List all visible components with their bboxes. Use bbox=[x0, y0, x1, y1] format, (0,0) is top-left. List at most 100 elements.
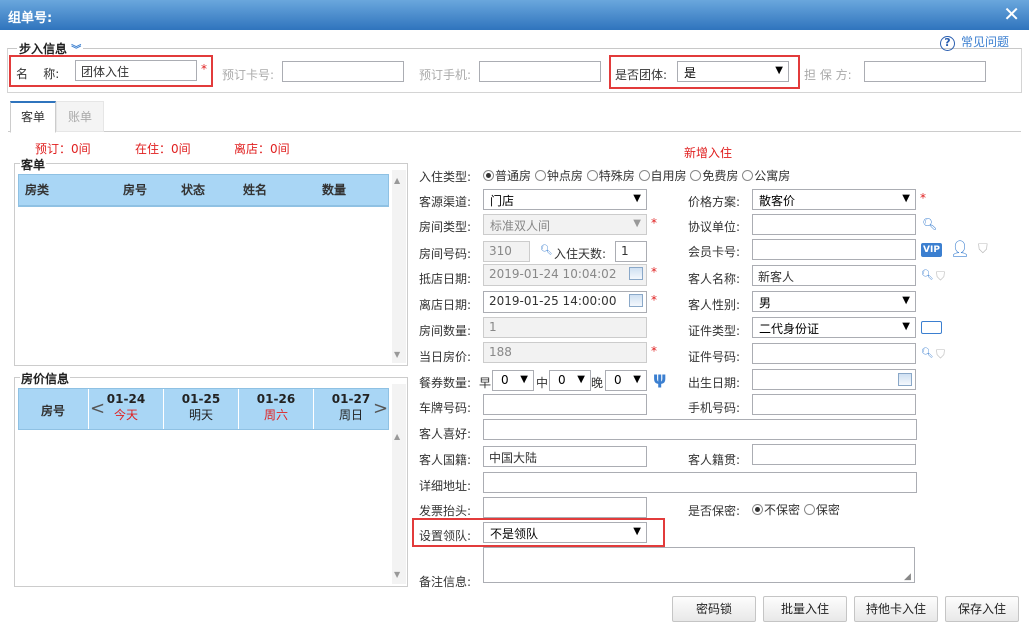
nation-input[interactable]: 中国大陆 bbox=[483, 446, 647, 467]
add-member-icon[interactable]: 👤︎ bbox=[950, 239, 970, 258]
tab-guest-order[interactable]: 客单 bbox=[10, 101, 56, 133]
radio-apartment[interactable]: 公寓房 bbox=[742, 169, 790, 183]
col-room-type[interactable]: 房类 bbox=[25, 181, 49, 198]
days-input[interactable]: 1 bbox=[615, 241, 647, 262]
origin-input[interactable] bbox=[752, 444, 916, 465]
dropdown-arrow-icon: ▼ bbox=[520, 374, 528, 385]
remark-textarea[interactable] bbox=[483, 547, 915, 583]
radio-label: 特殊房 bbox=[598, 169, 635, 183]
radio-special[interactable]: 特殊房 bbox=[586, 169, 635, 183]
room-no-label: 房间号码: bbox=[419, 247, 472, 261]
search-icon[interactable]: 🔍︎ bbox=[922, 217, 937, 231]
room-type-select[interactable]: 标准双人间 ▼ bbox=[483, 214, 647, 235]
radio-not-secret[interactable]: 不保密 bbox=[752, 503, 800, 517]
scroll-up-icon[interactable]: ▲ bbox=[394, 176, 400, 185]
booking-card-input[interactable] bbox=[282, 61, 404, 82]
help-link[interactable]: ? 常见问题 bbox=[940, 33, 1009, 51]
col-room-no[interactable]: 房号 bbox=[123, 181, 147, 198]
dropdown-arrow-icon: ▼ bbox=[902, 295, 910, 306]
plate-input[interactable] bbox=[483, 394, 647, 415]
hobby-input[interactable] bbox=[483, 419, 917, 440]
lunch-select[interactable]: 0 ▼ bbox=[549, 370, 591, 391]
price-plan-label: 价格方案: bbox=[688, 195, 741, 209]
radio-normal[interactable]: 普通房 bbox=[483, 169, 531, 183]
cutlery-icon[interactable]: ψ bbox=[653, 369, 667, 389]
radio-label: 不保密 bbox=[764, 503, 801, 517]
plate-label: 车牌号码: bbox=[419, 401, 472, 415]
booking-phone-input[interactable] bbox=[479, 61, 601, 82]
search-icon[interactable]: 🔍︎ bbox=[921, 348, 934, 359]
required-mark: * bbox=[651, 344, 657, 358]
prices-scrollbar[interactable] bbox=[392, 384, 406, 584]
phone-label: 预订手机: bbox=[419, 68, 472, 82]
radio-secret[interactable]: 保密 bbox=[803, 503, 840, 517]
mobile-input[interactable] bbox=[752, 394, 916, 415]
radio-icon bbox=[803, 504, 815, 515]
meal-label: 餐券数量: bbox=[419, 376, 472, 390]
shield-icon[interactable]: ⛉ bbox=[936, 347, 945, 362]
gender-select[interactable]: 男 ▼ bbox=[752, 291, 916, 312]
col-status[interactable]: 状态 bbox=[181, 181, 205, 198]
day-col-0126[interactable]: 01-26 周六 bbox=[238, 389, 313, 429]
radio-icon bbox=[690, 170, 702, 181]
radio-self-use[interactable]: 自用房 bbox=[638, 169, 687, 183]
nation-label: 客人国籍: bbox=[419, 453, 472, 467]
save-checkin-button[interactable]: 保存入住 bbox=[945, 596, 1019, 622]
breakfast-select[interactable]: 0 ▼ bbox=[492, 370, 534, 391]
dinner-select[interactable]: 0 ▼ bbox=[605, 370, 647, 391]
search-icon[interactable]: 🔍︎ bbox=[540, 245, 553, 256]
radio-checked-icon bbox=[483, 170, 494, 181]
calendar-icon[interactable] bbox=[629, 294, 643, 307]
source-select[interactable]: 门店 ▼ bbox=[483, 189, 647, 210]
next-day-icon[interactable]: > bbox=[373, 398, 388, 419]
id-reader-icon[interactable] bbox=[921, 321, 942, 334]
day-price-input[interactable]: 188 bbox=[483, 342, 647, 363]
resize-grip-icon[interactable]: ◢ bbox=[904, 572, 911, 582]
calendar-icon[interactable] bbox=[629, 267, 643, 280]
invoice-label: 发票抬头: bbox=[419, 504, 472, 518]
close-icon[interactable]: ✕ bbox=[1003, 3, 1020, 25]
guest-name-input[interactable]: 新客人 bbox=[752, 265, 916, 286]
staying-count: 在住：0间 bbox=[135, 142, 191, 156]
password-lock-button[interactable]: 密码锁 bbox=[672, 596, 756, 622]
scroll-up-icon[interactable]: ▲ bbox=[394, 432, 400, 441]
room-count-input[interactable]: 1 bbox=[483, 317, 647, 338]
orders-scrollbar[interactable] bbox=[392, 170, 406, 363]
source-label: 客源渠道: bbox=[419, 195, 472, 209]
id-type-select[interactable]: 二代身份证 ▼ bbox=[752, 317, 916, 338]
search-icon[interactable]: 🔍︎ bbox=[921, 270, 934, 281]
shield-icon[interactable]: ⛉ bbox=[978, 242, 988, 257]
col-name[interactable]: 姓名 bbox=[243, 181, 267, 198]
remark-label: 备注信息: bbox=[419, 575, 472, 589]
dropdown-arrow-icon: ▼ bbox=[577, 374, 585, 385]
vip-icon[interactable]: VIP bbox=[921, 243, 942, 257]
arrive-date-input[interactable]: 2019-01-24 10:04:02 bbox=[483, 264, 647, 286]
id-number-input[interactable] bbox=[752, 343, 916, 364]
scroll-down-icon[interactable]: ▼ bbox=[394, 570, 400, 579]
hobby-label: 客人喜好: bbox=[419, 427, 472, 441]
radio-hourly[interactable]: 钟点房 bbox=[534, 169, 583, 183]
scroll-down-icon[interactable]: ▼ bbox=[394, 350, 400, 359]
room-no-input[interactable]: 310 bbox=[483, 241, 530, 262]
birth-date-input[interactable] bbox=[752, 369, 916, 390]
depart-date-input[interactable]: 2019-01-25 14:00:00 bbox=[483, 291, 647, 313]
calendar-icon[interactable] bbox=[898, 373, 912, 386]
col-count[interactable]: 数量 bbox=[322, 181, 346, 198]
batch-checkin-button[interactable]: 批量入住 bbox=[763, 596, 847, 622]
invoice-input[interactable] bbox=[483, 497, 647, 518]
col-price-room: 房号 bbox=[41, 404, 66, 418]
guarantor-input[interactable] bbox=[864, 61, 986, 82]
day-label: 今天 bbox=[113, 408, 138, 422]
price-plan-select[interactable]: 散客价 ▼ bbox=[752, 189, 916, 210]
radio-free[interactable]: 免费房 bbox=[690, 169, 738, 183]
orders-title: 客单 bbox=[20, 156, 47, 173]
address-input[interactable] bbox=[483, 472, 917, 493]
radio-label: 保密 bbox=[815, 503, 840, 517]
day-col-0125[interactable]: 01-25 明天 bbox=[163, 389, 238, 429]
day-col-0124[interactable]: 01-24 今天 bbox=[88, 389, 163, 429]
agreement-input[interactable] bbox=[752, 214, 916, 235]
tab-bill[interactable]: 账单 bbox=[56, 101, 104, 132]
other-card-checkin-button[interactable]: 持他卡入住 bbox=[854, 596, 938, 622]
shield-icon[interactable]: ⛉ bbox=[936, 269, 945, 284]
member-card-input[interactable] bbox=[752, 239, 916, 260]
